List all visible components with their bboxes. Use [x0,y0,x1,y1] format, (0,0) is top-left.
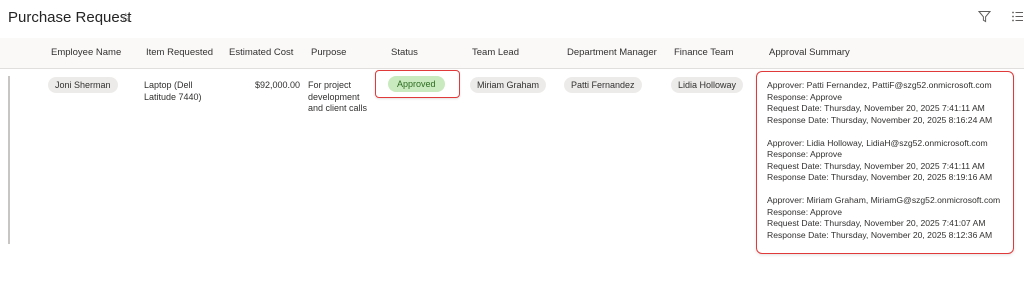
purpose-line: For project [308,80,352,90]
item-requested-cell: Laptop (Dell Latitude 7440) [144,80,202,103]
estimated-cost-cell: $92,000.00 [255,80,301,90]
team-lead-pill[interactable]: Miriam Graham [470,77,547,93]
approval-entry: Approver: Patti Fernandez, PattiF@szg52.… [767,80,1012,126]
response-date-line: Response Date: Thursday, November 20, 20… [767,114,993,125]
column-header-approval-summary[interactable]: Approval Summary [769,47,850,58]
star-icon[interactable]: ☆ [120,10,132,26]
response-line: Response: Approve [767,149,843,159]
approval-entry: Approver: Lidia Holloway, LidiaH@szg52.o… [767,138,1012,184]
purpose-line: and client calls [308,103,368,113]
approver-line: Approver: Miriam Graham, MiriamG@szg52.o… [767,195,1001,205]
request-date-line: Request Date: Thursday, November 20, 202… [767,218,986,228]
department-manager-pill[interactable]: Patti Fernandez [564,77,642,93]
row-selection-bar[interactable] [8,76,10,244]
column-header-team-lead[interactable]: Team Lead [472,47,519,58]
column-header-purpose[interactable]: Purpose [311,47,346,58]
top-bar: Purchase Request ☆ [0,0,1024,38]
purpose-line: development [308,91,360,102]
employee-name-pill[interactable]: Joni Sherman [48,77,118,93]
finance-team-pill[interactable]: Lidia Holloway [671,77,744,93]
response-line: Response: Approve [767,91,843,102]
header-divider [0,68,1024,69]
column-header-item-requested[interactable]: Item Requested [146,47,213,58]
column-header-status[interactable]: Status [391,47,418,58]
item-requested-line: Latitude 7440) [144,91,202,102]
approval-summary-cell: Approver: Patti Fernandez, PattiF@szg52.… [767,80,1012,253]
status-badge[interactable]: Approved [388,76,445,92]
request-date-line: Request Date: Thursday, November 20, 202… [767,103,985,113]
approver-line: Approver: Lidia Holloway, LidiaH@szg52.o… [767,137,988,148]
approval-entry: Approver: Miriam Graham, MiriamG@szg52.o… [767,195,1012,241]
column-header-employee-name[interactable]: Employee Name [51,47,121,58]
approver-line: Approver: Patti Fernandez, PattiF@szg52.… [767,80,992,90]
purpose-cell: For project development and client calls [308,80,367,115]
column-header-finance-team[interactable]: Finance Team [674,47,734,58]
item-requested-line: Laptop (Dell [144,80,193,90]
view-options-icon[interactable] [1011,10,1024,28]
response-line: Response: Approve [767,206,843,217]
column-header-estimated-cost[interactable]: Estimated Cost [229,47,293,58]
response-date-line: Response Date: Thursday, November 20, 20… [767,172,993,182]
column-header-department-manager[interactable]: Department Manager [567,47,657,58]
filter-icon[interactable] [977,10,992,28]
response-date-line: Response Date: Thursday, November 20, 20… [767,229,993,240]
request-date-line: Request Date: Thursday, November 20, 202… [767,160,985,171]
page-title: Purchase Request [8,9,132,26]
